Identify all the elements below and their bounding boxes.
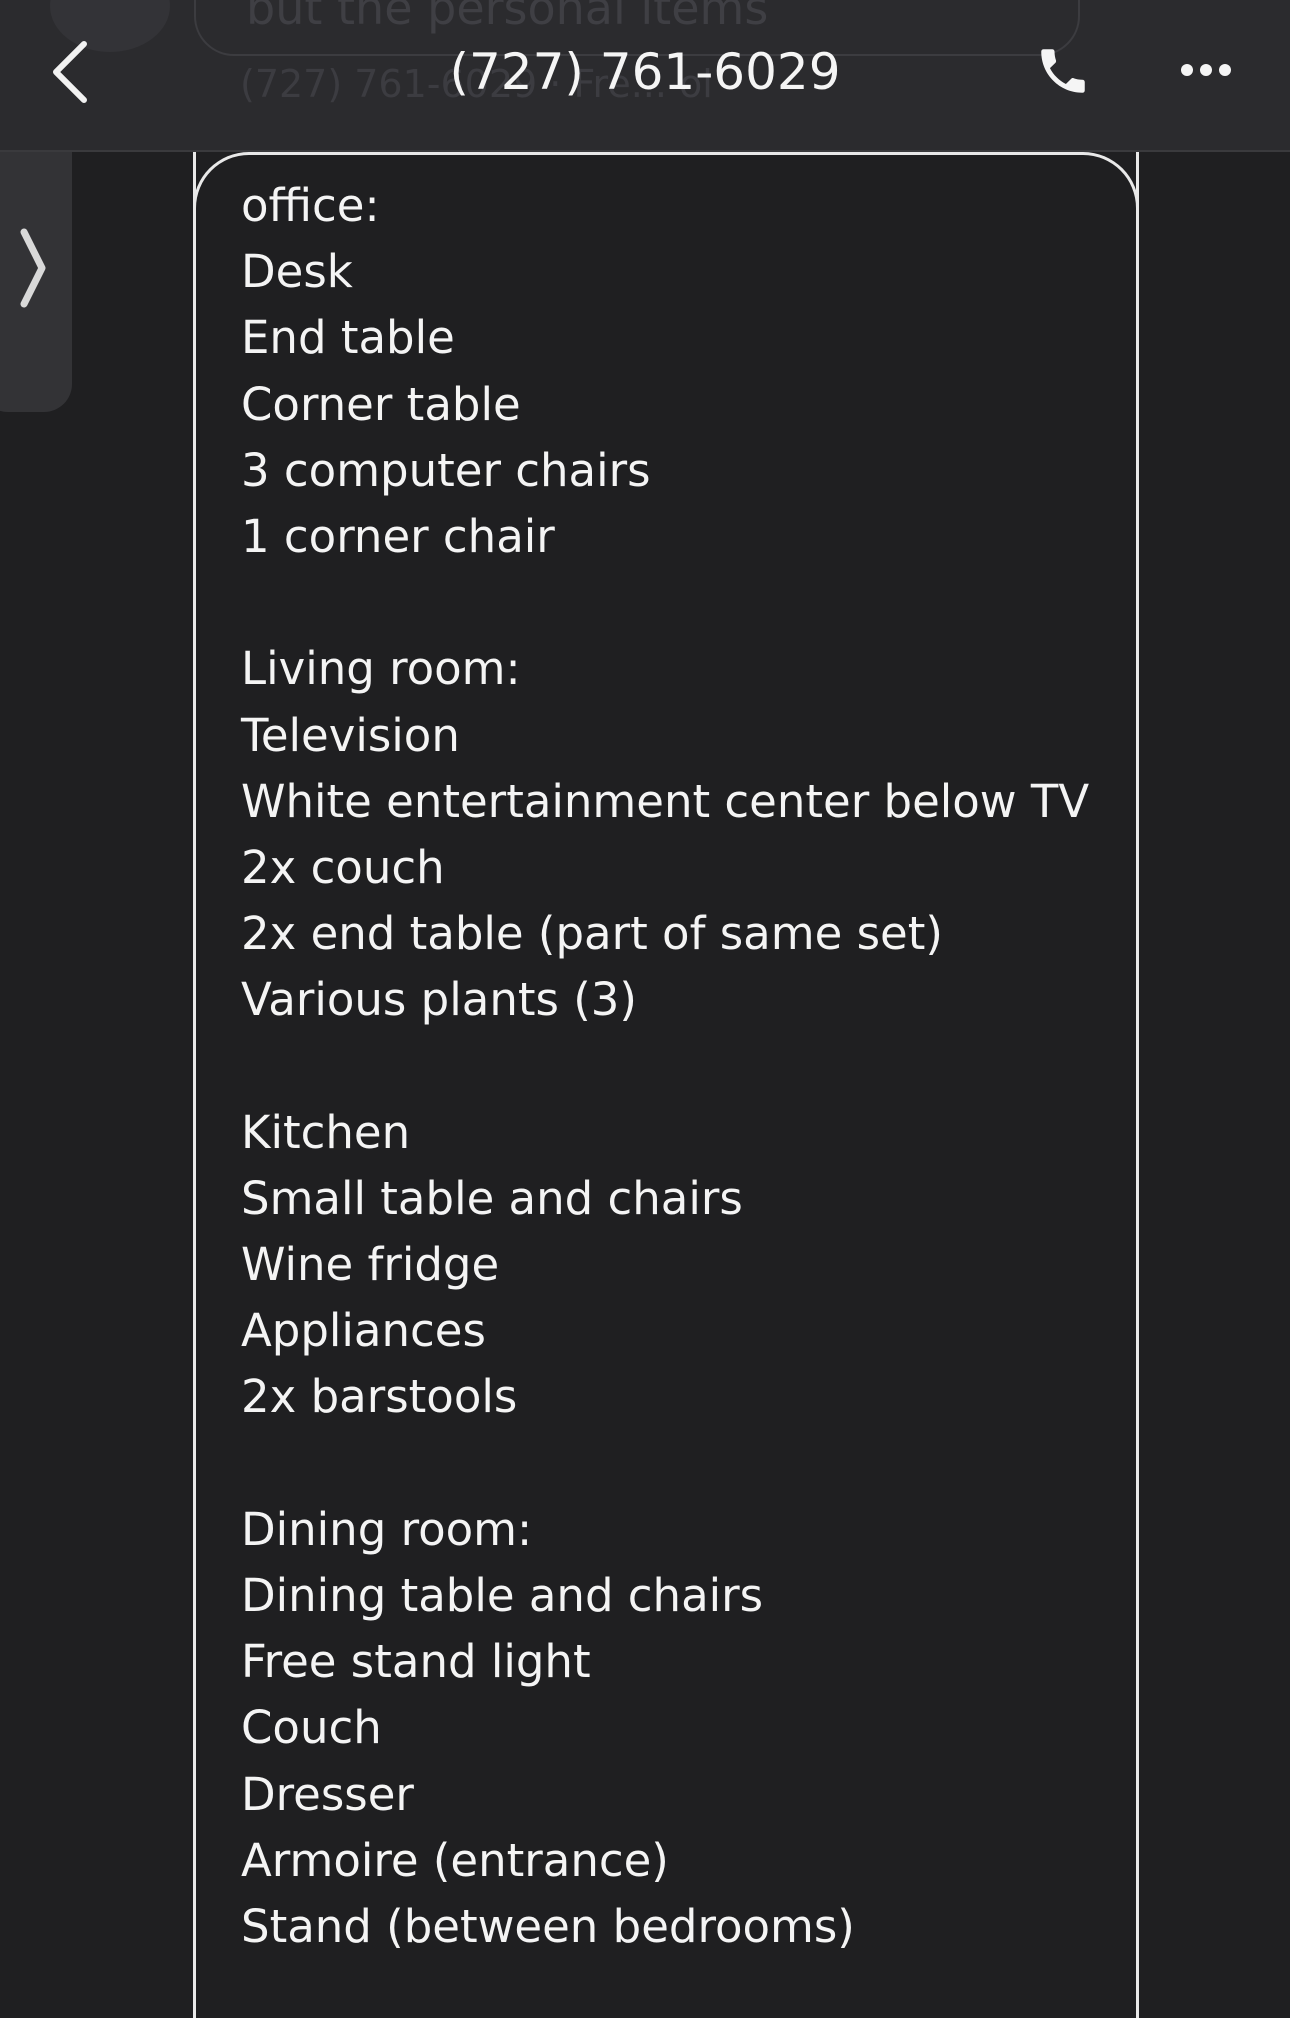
message-line: End table <box>241 311 455 365</box>
message-line: Corner table <box>241 377 521 431</box>
message-text: office: Desk End table Corner table 3 co… <box>241 173 1121 1960</box>
message-line: Appliances <box>241 1304 486 1358</box>
message-line: 2x couch <box>241 840 445 894</box>
message-line <box>241 570 1121 636</box>
message-line: 2x barstools <box>241 1370 518 1424</box>
message-line: Dresser <box>241 1767 414 1821</box>
message-line: Stand (between bedrooms) <box>241 1899 855 1953</box>
phone-icon <box>1041 49 1085 93</box>
message-line: Armoire (entrance) <box>241 1833 669 1887</box>
chevron-right-icon <box>20 228 46 308</box>
message-line: White entertainment center below TV <box>241 774 1090 828</box>
message-line: Various plants (3) <box>241 973 637 1027</box>
message-line: Dining table and chairs <box>241 1568 764 1622</box>
message-line: Wine fridge <box>241 1238 500 1291</box>
conversation-header: but the personal items (727) 761-6029 · … <box>0 0 1290 152</box>
message-line: office: <box>241 179 380 232</box>
call-button[interactable] <box>1030 38 1096 104</box>
message-line: 1 corner chair <box>241 509 555 563</box>
message-line: Living room: <box>241 642 521 696</box>
ellipsis-icon <box>1181 64 1231 76</box>
message-line: Free stand light <box>241 1635 591 1689</box>
message-line <box>241 1033 1121 1099</box>
message-line: 2x end table (part of same set) <box>241 907 943 961</box>
message-line: Desk <box>241 245 353 299</box>
more-options-button[interactable] <box>1176 50 1236 90</box>
message-line: Dining room: <box>241 1502 533 1556</box>
message-line <box>241 1431 1121 1497</box>
previous-message-bubble: but the personal items <box>194 0 1080 56</box>
side-panel-toggle[interactable] <box>0 124 72 412</box>
back-button[interactable] <box>40 36 100 108</box>
conversation-screen: but the personal items (727) 761-6029 · … <box>0 0 1290 2018</box>
chevron-left-icon <box>53 41 87 103</box>
message-line: Television <box>241 708 460 762</box>
message-line: Small table and chairs <box>241 1171 743 1225</box>
message-line: Kitchen <box>241 1105 411 1159</box>
message-line: Couch <box>241 1701 382 1755</box>
message-line: 3 computer chairs <box>241 443 651 497</box>
previous-message-text: but the personal items <box>246 0 769 35</box>
ghost-subtitle: (727) 761-6029 · Fre... ol <box>240 62 713 106</box>
